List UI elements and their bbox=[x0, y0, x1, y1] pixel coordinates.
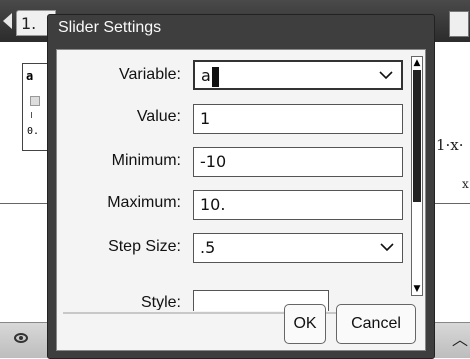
axis-x-label: x bbox=[462, 177, 469, 191]
document-icon[interactable] bbox=[449, 11, 469, 37]
variable-dropdown[interactable]: a bbox=[193, 60, 403, 90]
style-label: Style: bbox=[140, 294, 181, 310]
scrollbar-thumb[interactable] bbox=[413, 70, 421, 202]
step-size-value: .5 bbox=[200, 238, 216, 257]
cancel-button[interactable]: Cancel bbox=[336, 304, 416, 344]
function-expression: 1·x· bbox=[436, 136, 464, 154]
step-size-dropdown[interactable]: .5 bbox=[193, 233, 403, 263]
slider-thumb-icon[interactable] bbox=[30, 96, 40, 106]
maximum-input[interactable]: 10. bbox=[193, 190, 403, 220]
step-size-label: Step Size: bbox=[108, 238, 181, 255]
slider-variable-label: a bbox=[26, 69, 34, 83]
maximum-label: Maximum: bbox=[107, 194, 181, 211]
variable-value: a bbox=[201, 66, 211, 85]
slider-settings-dialog: Slider Settings Variable: a Value: 1 Min… bbox=[47, 14, 435, 359]
variable-label: Variable: bbox=[119, 66, 181, 83]
ok-button[interactable]: OK bbox=[284, 304, 326, 344]
dialog-scrollbar[interactable]: ▲ ▼ bbox=[411, 56, 423, 296]
scroll-up-icon[interactable]: ▲ bbox=[412, 57, 422, 69]
chevron-down-icon[interactable] bbox=[380, 243, 394, 251]
eye-icon[interactable] bbox=[14, 333, 28, 343]
minimum-input[interactable]: -10 bbox=[193, 147, 403, 177]
dialog-title: Slider Settings bbox=[58, 19, 162, 36]
value-input[interactable]: 1 bbox=[193, 104, 403, 134]
back-arrow-icon[interactable] bbox=[3, 13, 12, 29]
dialog-body: Variable: a Value: 1 Minimum: -10 Maximu… bbox=[56, 49, 426, 351]
chevron-up-icon[interactable]: ︿ bbox=[452, 326, 468, 350]
chevron-down-icon[interactable] bbox=[379, 71, 393, 79]
minimum-label: Minimum: bbox=[111, 152, 181, 169]
slider-min-label: 0. bbox=[27, 126, 40, 137]
text-cursor bbox=[211, 66, 219, 87]
value-label: Value: bbox=[136, 108, 181, 125]
slider-tick bbox=[31, 112, 32, 118]
scroll-down-icon[interactable]: ▼ bbox=[412, 283, 422, 295]
